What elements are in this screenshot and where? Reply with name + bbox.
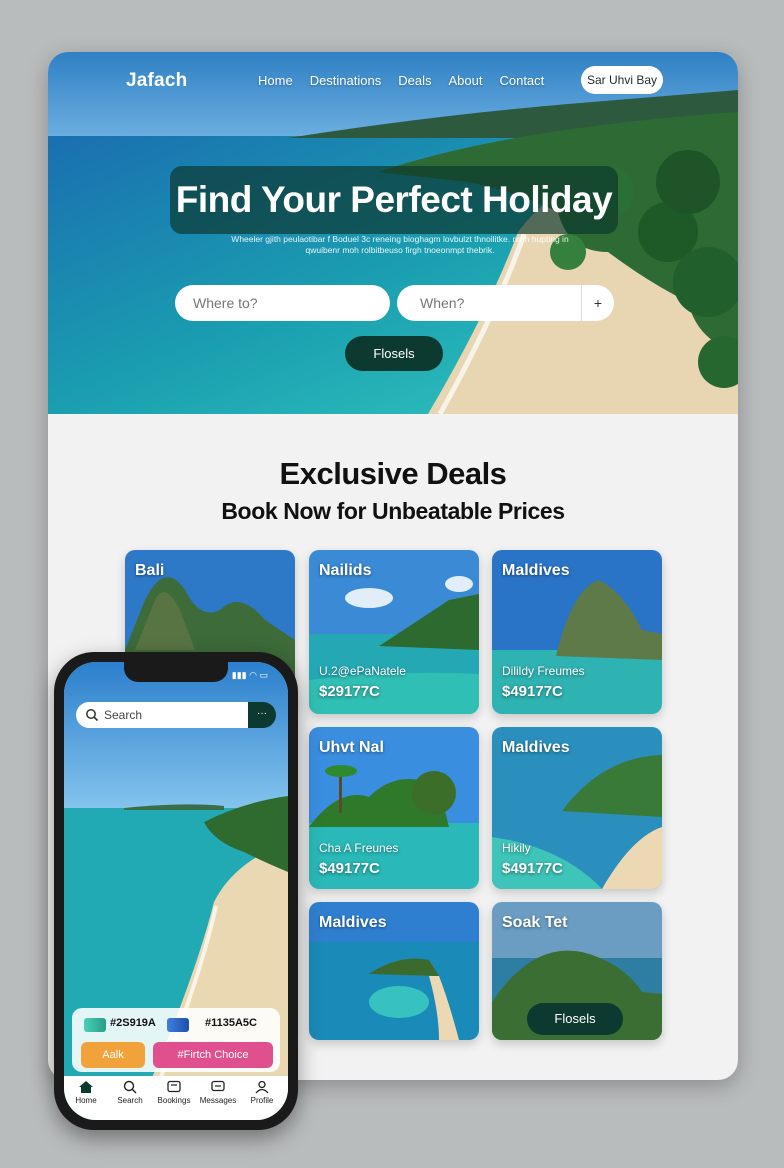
deals-subtitle: Book Now for Unbeatable Prices <box>221 498 565 524</box>
card-price: $49177C <box>502 683 563 700</box>
swatch-teal <box>84 1018 106 1032</box>
palette-button-orange[interactable]: Aalk <box>81 1042 145 1068</box>
card-name: Bali <box>135 562 165 579</box>
color-palette-panel: #2S919A #1135A5C Aalk #Firtch Choice <box>72 1008 280 1072</box>
card-price: $49177C <box>319 860 380 877</box>
search-icon <box>86 709 99 722</box>
card-name: Maldives <box>502 562 570 579</box>
bookings-icon <box>167 1080 181 1093</box>
tab-search[interactable]: Search <box>108 1080 152 1105</box>
card-feature: U.2@ePaNatele <box>319 664 406 678</box>
logo: Jafach <box>126 70 188 91</box>
where-input[interactable] <box>175 285 390 321</box>
card-name: Nailids <box>319 562 372 579</box>
card-price: $29177C <box>319 683 380 700</box>
hero-search-button[interactable]: Flosels <box>345 336 443 371</box>
swatch-label-2: #1135A5C <box>205 1017 257 1029</box>
card-book-button[interactable]: Flosels <box>527 1003 623 1035</box>
swatch-blue <box>167 1018 189 1032</box>
nav-link-home[interactable]: Home <box>258 73 293 88</box>
phone-search-bar[interactable]: Search <box>76 702 250 728</box>
palette-button-pink[interactable]: #Firtch Choice <box>153 1042 273 1068</box>
card-name: Maldives <box>502 739 570 756</box>
hero-subtitle: Wheeler gjith peulaotibar f Boduel 3c re… <box>231 234 569 255</box>
status-bar-icons: ▮▮▮ ◠ ▭ <box>231 670 268 680</box>
card-name: Soak Tet <box>502 914 568 931</box>
swatch-label-1: #2S919A <box>110 1017 156 1029</box>
card-feature: Hikily <box>502 841 531 855</box>
nav-link-deals[interactable]: Deals <box>398 73 431 88</box>
phone-mockup: ▮▮▮ ◠ ▭ Search ··· #2S919A #1135A5C Aalk… <box>54 652 298 1130</box>
nav-cta-button[interactable]: Sar Uhvi Bay <box>581 66 663 94</box>
phone-tab-bar: Home Search Bookings Messages Profile <box>64 1076 288 1120</box>
tab-profile[interactable]: Profile <box>240 1080 284 1105</box>
card-name: Uhvt Nal <box>319 739 384 756</box>
card-feature: Dilildy Freumes <box>502 664 585 678</box>
phone-search-placeholder: Search <box>104 708 143 722</box>
when-add-button[interactable]: + <box>581 285 614 321</box>
tab-label: Home <box>75 1096 97 1105</box>
card-name: Maldives <box>319 914 387 931</box>
tab-label: Bookings <box>157 1096 191 1105</box>
deal-card-maldives-3[interactable]: Maldives <box>309 902 479 1040</box>
card-price: $49177C <box>502 860 563 877</box>
tab-home[interactable]: Home <box>64 1080 108 1105</box>
nav-link-about[interactable]: About <box>448 73 482 88</box>
messages-icon <box>211 1080 225 1092</box>
navbar: Jafach Home Destinations Deals About Con… <box>48 52 738 112</box>
home-icon <box>79 1081 93 1093</box>
tab-messages[interactable]: Messages <box>196 1080 240 1105</box>
tab-label: Messages <box>199 1096 237 1105</box>
nav-link-contact[interactable]: Contact <box>499 73 544 88</box>
deal-card-soak-tet[interactable]: Soak Tet Flosels <box>492 902 662 1040</box>
phone-screen: ▮▮▮ ◠ ▭ Search ··· #2S919A #1135A5C Aalk… <box>64 662 288 1120</box>
tab-label: Search <box>117 1096 143 1105</box>
hero-section: Jafach Home Destinations Deals About Con… <box>48 52 738 414</box>
deal-card-nailids[interactable]: Nailids U.2@ePaNatele $29177C <box>309 550 479 714</box>
deals-title: Exclusive Deals <box>279 456 507 491</box>
nav-links: Home Destinations Deals About Contact <box>258 73 544 88</box>
phone-notch <box>124 662 228 682</box>
card-feature: Cha A Freunes <box>319 841 399 855</box>
deal-card-maldives-2[interactable]: Maldives Hikily $49177C <box>492 727 662 889</box>
hero-title: Find Your Perfect Holiday <box>170 166 618 234</box>
search-icon <box>123 1080 137 1094</box>
phone-search-button[interactable]: ··· <box>248 702 276 728</box>
deal-card-uhvt-nal[interactable]: Uhvt Nal Cha A Freunes $49177C <box>309 727 479 889</box>
nav-link-destinations[interactable]: Destinations <box>310 73 382 88</box>
deal-card-maldives[interactable]: Maldives Dilildy Freumes $49177C <box>492 550 662 714</box>
tab-label: Profile <box>250 1096 274 1105</box>
tab-bookings[interactable]: Bookings <box>152 1080 196 1105</box>
profile-icon <box>255 1080 269 1094</box>
